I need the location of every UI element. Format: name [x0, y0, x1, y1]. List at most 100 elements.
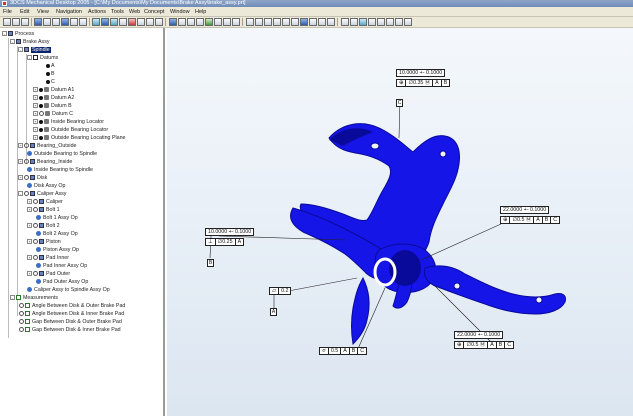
pan-icon[interactable] [101, 18, 109, 26]
hidden-line-icon[interactable] [187, 18, 195, 26]
tree-item-datum-a[interactable]: A [46, 62, 55, 70]
tolerance-label[interactable]: 10.0000 +- 0.1000 [396, 69, 446, 77]
fit-icon[interactable] [119, 18, 127, 26]
tree-item-piston-assy-op[interactable]: Piston Assy Op [36, 246, 79, 254]
feature-control-frame[interactable]: ⊕ ∅0.5 Ⓜ A B C [454, 341, 515, 349]
tree-item-measurement[interactable]: Gap Between Disk & Inner Brake Pad [19, 326, 121, 334]
tree-item-datums[interactable]: - Datums [27, 54, 58, 62]
expand-icon[interactable]: + [33, 135, 38, 141]
tree-item-inside-bearing-to-spindle[interactable]: Inside Bearing to Spindle [27, 166, 93, 174]
tree-item-piston[interactable]: + Piston [27, 238, 61, 246]
tree-item-datum-b[interactable]: B [46, 70, 55, 78]
copy-icon[interactable] [52, 18, 60, 26]
feature-control-frame[interactable]: ⏥ 0.2 [269, 287, 292, 295]
assembly-icon[interactable] [359, 18, 367, 26]
expand-icon[interactable]: + [27, 199, 32, 205]
collapse-icon[interactable]: - [27, 55, 32, 61]
sensitivity-icon[interactable] [377, 18, 385, 26]
gdt-icon[interactable] [341, 18, 349, 26]
tree-item-bearing-inside[interactable]: + Bearing_Inside [18, 158, 72, 166]
tolerance-icon[interactable] [255, 18, 263, 26]
op-icon[interactable] [350, 18, 358, 26]
tree-item-measurement[interactable]: Angle Between Disk & Inner Brake Pad [19, 310, 124, 318]
datum-tag[interactable]: A [270, 308, 277, 316]
feature-control-frame[interactable]: ⊥ ∅0.25 A [205, 238, 245, 246]
tree-item-bolt-1-assy-op[interactable]: Bolt 1 Assy Op [36, 214, 78, 222]
stop-icon[interactable] [128, 18, 136, 26]
report-icon[interactable] [223, 18, 231, 26]
tree-item-datum-c-feature[interactable]: + Datum C [33, 110, 73, 118]
tree-item-bolt-2-assy-op[interactable]: Bolt 2 Assy Op [36, 230, 78, 238]
wireframe-icon[interactable] [178, 18, 186, 26]
tree-item-pad-inner-assy-op[interactable]: Pad Inner Assy Op [36, 262, 87, 270]
view-top-icon[interactable] [146, 18, 154, 26]
menu-window[interactable]: Window [170, 8, 190, 16]
menu-navigation[interactable]: Navigation [56, 8, 82, 16]
menu-web[interactable]: Web [129, 8, 140, 16]
menu-file[interactable]: File [3, 8, 12, 16]
menu-concept[interactable]: Concept [144, 8, 165, 16]
tree-item-bearing-outside[interactable]: + Bearing_Outside [18, 142, 76, 150]
move-icon[interactable] [264, 18, 272, 26]
expand-icon[interactable]: + [27, 239, 32, 245]
menu-tools[interactable]: Tools [111, 8, 124, 16]
expand-icon[interactable]: + [18, 159, 23, 165]
tolerance-label[interactable]: 10.0000 +- 0.1000 [205, 228, 255, 236]
tree-item-datum-a1[interactable]: + Datum A1 [33, 86, 74, 94]
undo-icon[interactable] [70, 18, 78, 26]
zoom-icon[interactable] [110, 18, 118, 26]
paste-icon[interactable] [61, 18, 69, 26]
expand-icon[interactable]: + [33, 111, 38, 117]
tree-item-disk-assy-op[interactable]: Disk Assy Op [27, 182, 66, 190]
expand-icon[interactable]: + [27, 223, 32, 229]
tree-item-datum-a2[interactable]: + Datum A2 [33, 94, 74, 102]
menu-help[interactable]: Help [195, 8, 206, 16]
tree-item-measurement[interactable]: Gap Between Disk & Outer Brake Pad [19, 318, 122, 326]
datum-tag[interactable]: C [396, 99, 403, 107]
tree-item-datum-b-feature[interactable]: + Datum B [33, 102, 72, 110]
tree-item-outside-bearing-locator[interactable]: + Outside Bearing Locator [33, 126, 108, 134]
rotate-icon[interactable] [92, 18, 100, 26]
tree-item-spindle[interactable]: - Spindle [18, 46, 51, 54]
expand-icon[interactable]: + [18, 175, 23, 181]
line-icon[interactable] [327, 18, 335, 26]
new-icon[interactable] [3, 18, 11, 26]
expand-icon[interactable]: + [27, 255, 32, 261]
view-side-icon[interactable] [155, 18, 163, 26]
tree-item-caliper[interactable]: + Caliper [27, 198, 63, 206]
feature-control-frame[interactable]: ⊕ ∅0.5 Ⓜ A B C [500, 216, 561, 224]
collapse-icon[interactable]: - [2, 31, 7, 37]
expand-icon[interactable]: + [18, 143, 23, 149]
cut-icon[interactable] [43, 18, 51, 26]
view-front-icon[interactable] [137, 18, 145, 26]
settings-icon[interactable] [232, 18, 240, 26]
menu-edit[interactable]: Edit [20, 8, 29, 16]
collapse-icon[interactable]: - [10, 295, 15, 301]
datum-tag[interactable]: B [207, 259, 214, 267]
tree-item-inside-bearing-locator[interactable]: + Inside Bearing Locator [33, 118, 104, 126]
tree-item-measurements[interactable]: - Measurements [10, 294, 58, 302]
collapse-icon[interactable]: - [18, 191, 23, 197]
contributor-icon[interactable] [395, 18, 403, 26]
tolerance-label[interactable]: 22.0000 +- 0.1000 [500, 206, 550, 214]
collapse-icon[interactable]: - [18, 47, 23, 53]
point-icon[interactable] [291, 18, 299, 26]
histogram-icon[interactable] [386, 18, 394, 26]
expand-icon[interactable]: + [33, 127, 38, 133]
tree-item-pad-outer[interactable]: + Pad Outer [27, 270, 70, 278]
circle-icon[interactable] [318, 18, 326, 26]
feature-control-frame[interactable]: ⊕ ∅0.35 Ⓜ A B [396, 79, 451, 87]
select-icon[interactable] [34, 18, 42, 26]
grid-icon[interactable] [196, 18, 204, 26]
expand-icon[interactable]: + [33, 119, 38, 125]
tree-item-outside-bearing-plane[interactable]: + Outside Bearing Locating Plane [33, 134, 126, 142]
run-icon[interactable] [205, 18, 213, 26]
help-icon[interactable] [404, 18, 412, 26]
tree-item-pad-inner[interactable]: + Pad Inner [27, 254, 69, 262]
tree-item-datum-c[interactable]: C [46, 78, 55, 86]
expand-icon[interactable]: + [27, 207, 32, 213]
expand-icon[interactable]: + [27, 271, 32, 277]
axis-icon[interactable] [309, 18, 317, 26]
collapse-icon[interactable]: - [10, 39, 15, 45]
tree-item-bolt-1[interactable]: + Bolt 1 [27, 206, 60, 214]
